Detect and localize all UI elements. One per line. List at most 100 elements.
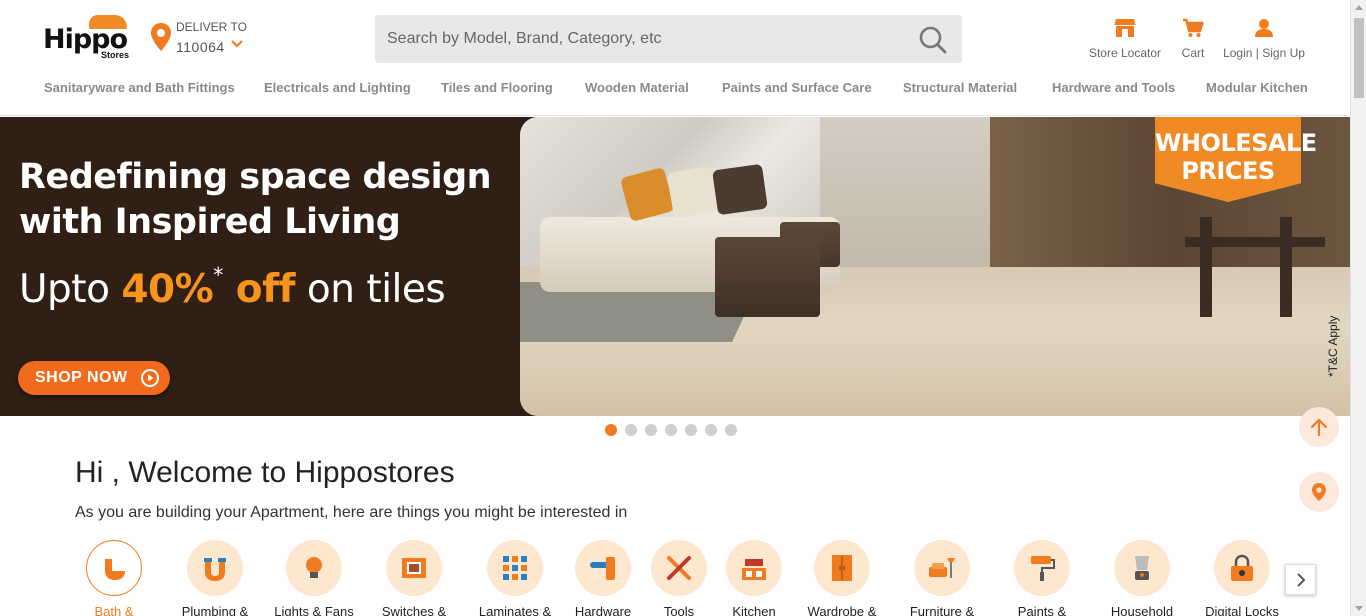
offer-suffix: on tiles (295, 267, 446, 312)
category-lights-fans[interactable]: Lights & Fans (264, 540, 364, 616)
nav-item-structural[interactable]: Structural Material (903, 80, 1017, 95)
category-icon-circle (487, 540, 543, 596)
tools-icon (667, 556, 691, 580)
switch-icon (402, 558, 426, 578)
carousel-dot[interactable] (725, 424, 737, 436)
carousel-dot[interactable] (705, 424, 717, 436)
dining-chair (1280, 217, 1292, 317)
category-label: Paints & (1017, 604, 1067, 616)
chevron-right-icon (1297, 573, 1306, 587)
category-icon-circle (86, 540, 142, 596)
category-plumbing[interactable]: Plumbing & (165, 540, 265, 616)
category-label: Plumbing & (181, 604, 249, 616)
carousel-dot[interactable] (645, 424, 657, 436)
carousel-dot[interactable] (625, 424, 637, 436)
category-nav: Sanitaryware and Bath Fittings Electrica… (0, 80, 1350, 100)
category-icon-circle (1014, 540, 1070, 596)
category-digital-locks[interactable]: Digital Locks (1192, 540, 1292, 616)
nav-item-electricals[interactable]: Electricals and Lighting (264, 80, 411, 95)
pipe-icon (204, 558, 226, 581)
offer-asterisk: * (213, 263, 223, 287)
category-household[interactable]: Household (1092, 540, 1192, 616)
category-switches[interactable]: Switches & (364, 540, 464, 616)
category-laminates[interactable]: Laminates & (465, 540, 565, 616)
category-label: Wardrobe & (807, 604, 877, 616)
nav-item-hardware[interactable]: Hardware and Tools (1052, 80, 1175, 95)
nav-item-wooden[interactable]: Wooden Material (585, 80, 689, 95)
category-furniture[interactable]: Furniture & (892, 540, 992, 616)
cart-icon (1183, 18, 1204, 37)
search-input[interactable] (375, 15, 905, 63)
search-icon[interactable] (918, 25, 948, 55)
offer-off: off (222, 267, 296, 312)
carousel-dot[interactable] (665, 424, 677, 436)
wall-panel (820, 117, 990, 267)
nav-item-modular-kitchen[interactable]: Modular Kitchen (1206, 80, 1308, 95)
store-locator-link[interactable]: Store Locator (1085, 18, 1165, 60)
logo-subtext: Stores (101, 50, 130, 60)
store-locator-label: Store Locator (1088, 46, 1162, 60)
category-icon-circle (651, 540, 707, 596)
scroll-to-top-button[interactable] (1299, 407, 1339, 447)
category-icon-circle (914, 540, 970, 596)
wardrobe-icon (832, 555, 852, 581)
welcome-title: Hi , Welcome to Hippostores (75, 456, 455, 489)
category-label: Furniture & (909, 604, 975, 616)
category-next-button[interactable] (1285, 564, 1316, 595)
nav-item-sanitaryware[interactable]: Sanitaryware and Bath Fittings (44, 80, 235, 95)
category-label: Lights & Fans (274, 604, 354, 616)
login-signup-link[interactable]: Login | Sign Up (1223, 18, 1305, 60)
shop-now-button[interactable]: SHOP NOW (18, 361, 170, 395)
scroll-thumb[interactable] (1354, 18, 1364, 98)
deliver-label: DELIVER TO (176, 20, 247, 34)
lock-icon (1231, 554, 1253, 581)
category-icon-circle (386, 540, 442, 596)
arrow-up-icon (1310, 418, 1328, 437)
paint-roller-icon (1031, 556, 1055, 581)
chevron-down-icon[interactable] (230, 38, 244, 50)
mixer-icon (1135, 556, 1149, 580)
laminate-icon (503, 556, 527, 580)
category-label: Digital Locks (1205, 604, 1279, 616)
shop-now-label: SHOP NOW (35, 369, 128, 386)
bulb-icon (306, 557, 322, 578)
scroll-up-arrow-icon[interactable] (1355, 5, 1363, 10)
door-handle-icon (590, 557, 615, 580)
category-icon-circle (1114, 540, 1170, 596)
hippo-logo[interactable]: Hippo Stores (43, 14, 133, 60)
login-signup-label: Login | Sign Up (1223, 46, 1305, 60)
category-bath[interactable]: Bath & (64, 540, 164, 616)
category-icon-circle (1214, 540, 1270, 596)
kitchen-icon (742, 559, 766, 580)
store-icon (1114, 19, 1136, 37)
offer-percent: 40% (121, 267, 214, 312)
pillow-cream (666, 165, 719, 218)
pillow-brown (712, 163, 768, 216)
search-bar (375, 15, 962, 63)
category-icon-circle (575, 540, 631, 596)
category-label: Kitchen (732, 604, 776, 616)
page-scrollbar[interactable] (1350, 0, 1366, 616)
store-location-button[interactable] (1299, 472, 1339, 512)
hero-banner[interactable]: Redefining space design with Inspired Li… (0, 117, 1350, 416)
category-icon-circle (726, 540, 782, 596)
deliver-pincode: 110064 (176, 39, 225, 55)
category-paints[interactable]: Paints & (992, 540, 1092, 616)
offer-prefix: Upto (19, 267, 122, 312)
welcome-subtitle: As you are building your Apartment, here… (75, 504, 628, 521)
sofa-icon (929, 558, 955, 578)
category-icon-circle (286, 540, 342, 596)
category-wardrobe[interactable]: Wardrobe & (792, 540, 892, 616)
nav-item-tiles[interactable]: Tiles and Flooring (441, 80, 553, 95)
category-label: Switches & (381, 604, 447, 616)
category-kitchen[interactable]: Kitchen (704, 540, 804, 616)
banner-headline: Redefining space design with Inspired Li… (19, 157, 492, 242)
nav-item-paints[interactable]: Paints and Surface Care (722, 80, 872, 95)
carousel-dot[interactable] (605, 424, 617, 436)
cart-link[interactable]: Cart (1175, 18, 1211, 60)
ottoman-front (715, 237, 820, 317)
scroll-down-arrow-icon[interactable] (1355, 606, 1363, 611)
carousel-dot[interactable] (685, 424, 697, 436)
category-label: Laminates & (478, 604, 552, 616)
category-label: Bath & (94, 604, 134, 616)
